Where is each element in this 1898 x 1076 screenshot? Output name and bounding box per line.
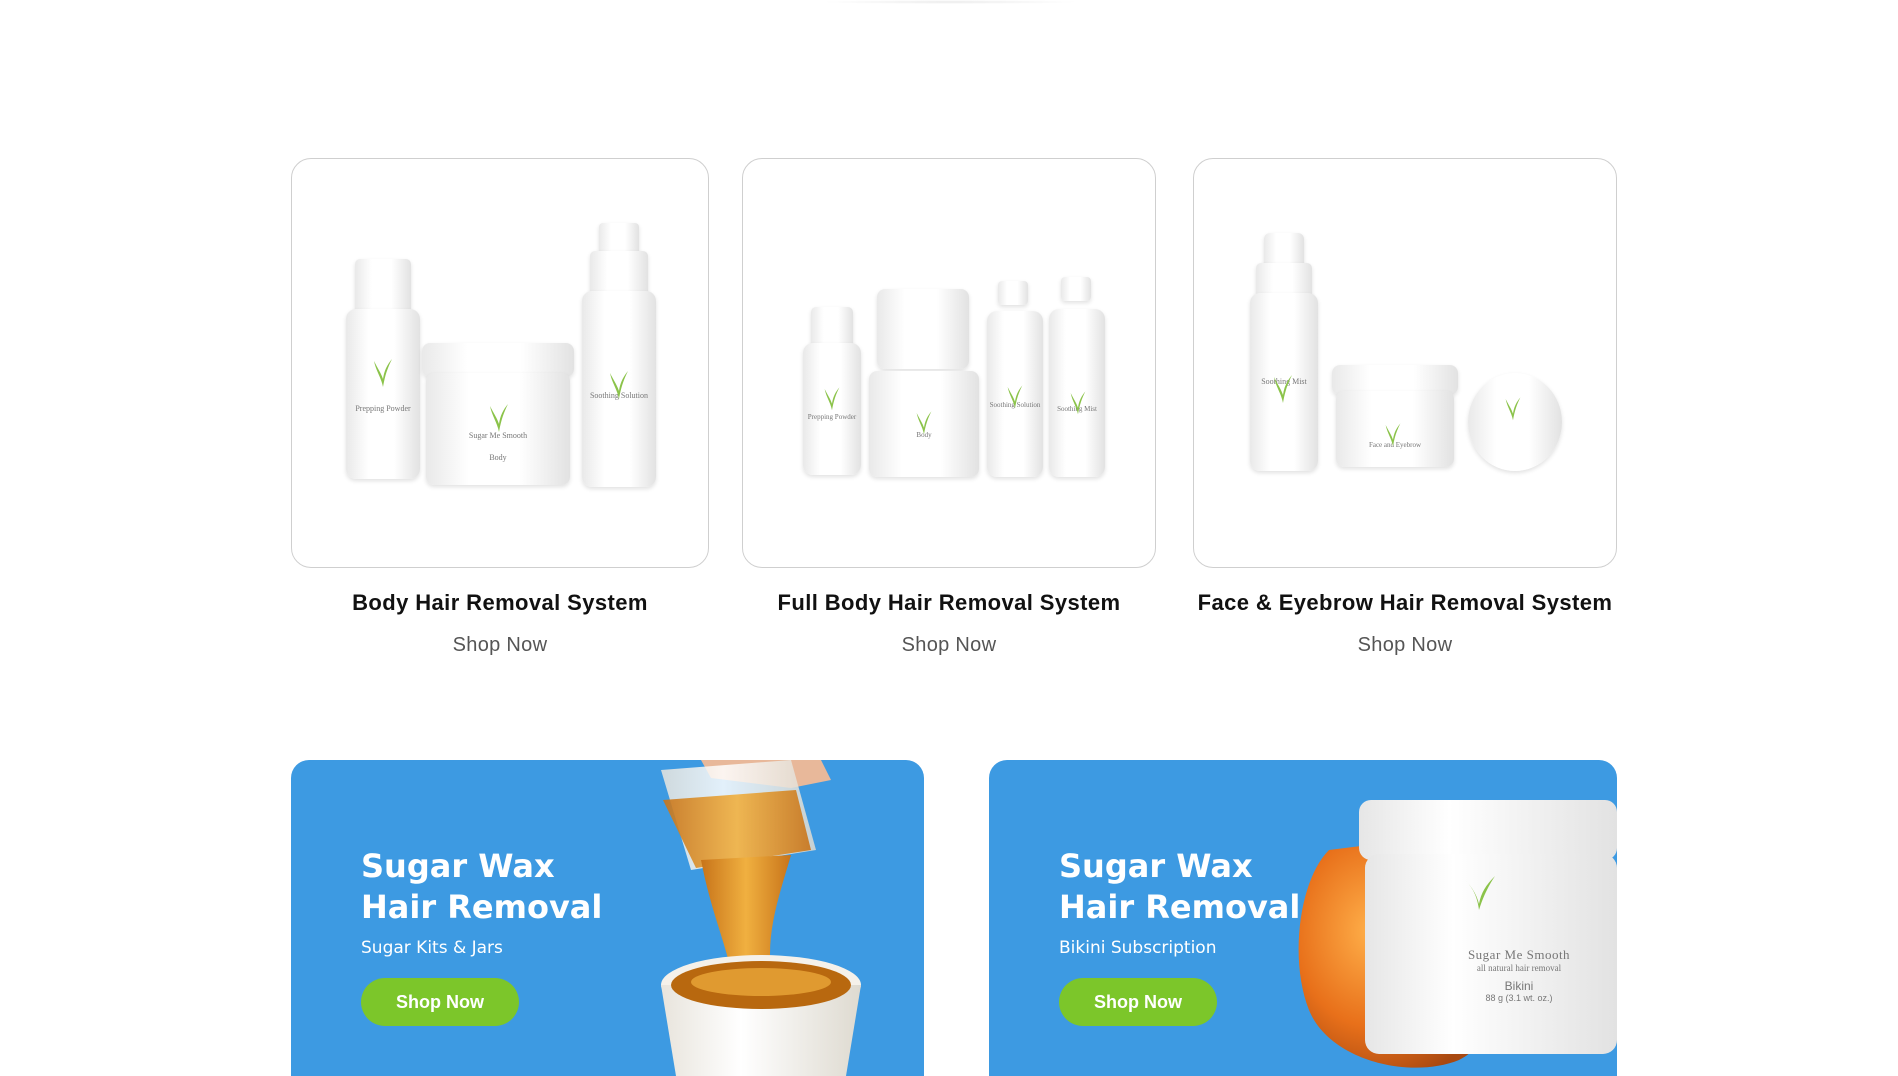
sugar-pour-image (661, 760, 861, 1076)
bikini-jar-label: Sugar Me Smooth all natural hair removal… (1467, 947, 1571, 1003)
prepping-powder-bottle: Prepping Powder (346, 309, 420, 479)
product-title[interactable]: Full Body Hair Removal System (742, 590, 1156, 616)
banner-subtitle: Sugar Kits & Jars (361, 938, 503, 958)
leaf-logo-icon (490, 404, 508, 432)
bottle-cap (355, 259, 411, 313)
bottle-cap (590, 251, 648, 295)
header-shadow (820, 0, 1080, 4)
banner-title: Sugar Wax Hair Removal (361, 847, 603, 926)
leaf-logo-icon (610, 371, 628, 399)
banner-subtitle: Bikini Subscription (1059, 938, 1217, 958)
product-image[interactable]: Soothing Mist Face and Eyebrow (1193, 158, 1617, 568)
bikini-jar (877, 289, 969, 369)
leaf-logo-icon (1505, 397, 1521, 421)
leaf-logo-icon (916, 411, 932, 435)
shop-now-link[interactable]: Shop Now (742, 634, 1156, 657)
leaf-logo-icon (1007, 385, 1023, 409)
bottle-cap (811, 307, 853, 347)
leaf-logo-icon (1070, 391, 1086, 415)
shop-now-button[interactable]: Shop Now (1059, 978, 1217, 1026)
leaf-logo-icon (374, 359, 392, 387)
leaf-logo-icon (824, 387, 840, 411)
body-jar-lid (422, 343, 574, 377)
product-title[interactable]: Body Hair Removal System (291, 590, 709, 616)
banner-title: Sugar Wax Hair Removal (1059, 847, 1301, 926)
shop-now-link[interactable]: Shop Now (1193, 634, 1617, 657)
promo-banner-bikini-subscription[interactable]: Sugar Me Smooth all natural hair removal… (989, 760, 1617, 1076)
product-image[interactable]: Prepping Powder Body Soothing Solution S… (742, 158, 1156, 568)
leaf-logo-icon (1274, 375, 1292, 403)
leaf-logo-icon (1385, 423, 1401, 447)
bikini-jar-image (1298, 800, 1617, 1068)
shop-now-button[interactable]: Shop Now (361, 978, 519, 1026)
shop-now-link[interactable]: Shop Now (291, 634, 709, 657)
prepping-powder-compact (1468, 373, 1562, 471)
product-image[interactable]: Prepping Powder Sugar Me Smooth Body Soo… (291, 158, 709, 568)
promo-banner-sugar-kits[interactable]: Sugar Wax Hair Removal Sugar Kits & Jars … (291, 760, 924, 1076)
pump-nozzle (998, 281, 1028, 305)
product-title[interactable]: Face & Eyebrow Hair Removal System (1193, 590, 1617, 616)
pump-nozzle (1061, 277, 1091, 301)
